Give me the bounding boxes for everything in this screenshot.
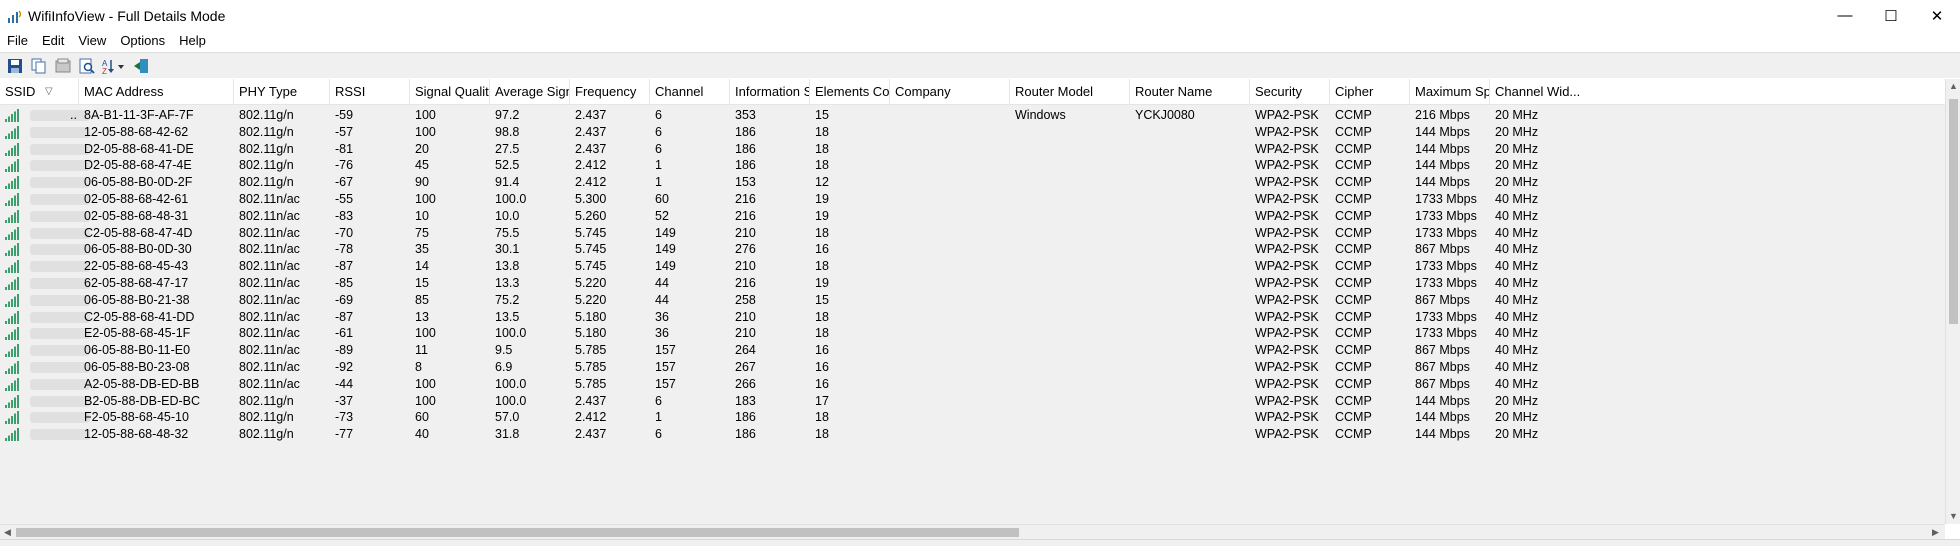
vertical-scrollbar[interactable]: ▲ ▼: [1945, 79, 1960, 524]
rssi-cell: -77: [335, 427, 354, 442]
column-ssid[interactable]: SSID ▽: [0, 79, 79, 105]
column-elements-count[interactable]: Elements Cou...: [810, 79, 890, 105]
average-signal-cell: 31.8: [495, 427, 520, 442]
horizontal-scrollbar[interactable]: ◀ ▶: [0, 524, 1945, 539]
column-company[interactable]: Company: [890, 79, 1010, 105]
signal-strength-icon: [5, 260, 19, 274]
column-signal-quality[interactable]: Signal Quality: [410, 79, 490, 105]
signal-strength-icon: [5, 142, 19, 156]
svg-text:Z: Z: [102, 67, 107, 74]
channel-cell: 6: [655, 427, 662, 442]
save-button[interactable]: [4, 55, 26, 77]
column-channel[interactable]: Channel: [650, 79, 730, 105]
elements-count-cell: 18: [815, 427, 829, 442]
signal-strength-icon: [5, 310, 19, 324]
signal-strength-icon: [5, 176, 19, 190]
column-security[interactable]: Security: [1250, 79, 1330, 105]
column-router-model[interactable]: Router Model: [1010, 79, 1130, 105]
table-row[interactable]: 12-05-88-68-48-32 802.11g/n -77 40 31.8 2.437…: [0, 424, 1945, 445]
close-button[interactable]: ✕: [1914, 0, 1960, 31]
minimize-button[interactable]: —: [1822, 0, 1868, 31]
signal-strength-icon: [5, 125, 19, 139]
signal-strength-icon: [5, 394, 19, 408]
column-average-signal[interactable]: Average Sign...: [490, 79, 570, 105]
sort-button[interactable]: AZ: [100, 55, 128, 77]
exit-icon: [134, 58, 148, 73]
window-title: WifiInfoView - Full Details Mode: [28, 8, 226, 24]
save-icon: [8, 58, 22, 73]
signal-strength-icon: [5, 109, 19, 122]
column-cipher[interactable]: Cipher: [1330, 79, 1410, 105]
maximize-icon: ☐: [1884, 7, 1898, 25]
scroll-left-icon[interactable]: ◀: [4, 527, 11, 538]
signal-strength-icon: [5, 277, 19, 290]
column-router-name[interactable]: Router Name: [1130, 79, 1250, 105]
signal-strength-icon: [5, 411, 19, 425]
column-mac-address[interactable]: MAC Address: [79, 79, 234, 105]
status-bar: [0, 539, 1960, 546]
properties-button[interactable]: [52, 55, 74, 77]
menu-bar: File Edit View Options Help: [0, 31, 1960, 51]
channel-width-cell: 20 MHz: [1495, 427, 1539, 442]
column-phy-type[interactable]: PHY Type: [234, 79, 330, 105]
menu-view[interactable]: View: [71, 31, 113, 51]
signal-strength-icon: [5, 293, 19, 307]
sort-indicator-icon: ▽: [45, 86, 53, 97]
menu-help[interactable]: Help: [172, 31, 213, 51]
mac-address-cell: 12-05-88-68-48-32: [84, 427, 189, 442]
frequency-cell: 2.437: [575, 427, 607, 442]
column-header: SSID ▽ MAC Address PHY Type RSSI Signal Q…: [0, 79, 1945, 105]
menu-edit[interactable]: Edit: [35, 31, 71, 51]
signal-strength-icon: [5, 243, 19, 257]
close-icon: ✕: [1930, 7, 1944, 25]
router-name-cell: [1130, 424, 1250, 445]
signal-strength-icon: [5, 377, 19, 391]
column-information-size[interactable]: Information S...: [730, 79, 810, 105]
copy-button[interactable]: [28, 55, 50, 77]
phy-type-cell: 802.11g/n: [239, 427, 294, 442]
horizontal-scroll-thumb[interactable]: [16, 528, 1019, 537]
security-cell: WPA2-PSK: [1255, 427, 1319, 442]
app-icon: [8, 10, 22, 23]
cipher-cell: CCMP: [1335, 427, 1372, 442]
toolbar: AZ: [0, 52, 1960, 78]
column-rssi[interactable]: RSSI: [330, 79, 410, 105]
minimize-icon: —: [1837, 7, 1853, 24]
column-maximum-speed[interactable]: Maximum Sp...: [1410, 79, 1490, 105]
signal-strength-icon: [5, 344, 19, 358]
vertical-scroll-thumb[interactable]: [1949, 99, 1958, 324]
information-size-cell: 186: [735, 427, 756, 442]
exit-button[interactable]: [130, 55, 152, 77]
scroll-up-icon[interactable]: ▲: [1949, 81, 1958, 91]
signal-strength-icon: [5, 226, 19, 240]
signal-strength-icon: [5, 193, 19, 206]
properties-icon: [55, 58, 71, 72]
find-button[interactable]: [76, 55, 98, 77]
column-frequency[interactable]: Frequency: [570, 79, 650, 105]
signal-strength-icon: [5, 209, 19, 223]
scroll-down-icon[interactable]: ▼: [1949, 511, 1958, 521]
maximum-speed-cell: 144 Mbps: [1415, 427, 1470, 442]
company-cell: [890, 424, 1010, 445]
find-icon: [79, 58, 95, 74]
signal-strength-icon: [5, 428, 19, 442]
signal-quality-cell: 40: [415, 427, 429, 442]
router-model-cell: [1010, 424, 1130, 445]
scroll-right-icon[interactable]: ▶: [1932, 527, 1939, 538]
menu-options[interactable]: Options: [113, 31, 172, 51]
column-channel-width[interactable]: Channel Wid...: [1490, 79, 1945, 105]
title-bar: WifiInfoView - Full Details Mode — ☐ ✕: [0, 0, 1960, 31]
sort-icon: AZ: [102, 59, 124, 74]
signal-strength-icon: [5, 327, 19, 341]
copy-icon: [31, 58, 46, 73]
menu-file[interactable]: File: [0, 31, 35, 51]
signal-strength-icon: [5, 159, 19, 173]
table-body: .. 8A-B1-11-3F-AF-7F 802.11g/n -59 100 97.2 2.…: [0, 105, 1945, 524]
network-list[interactable]: SSID ▽ MAC Address PHY Type RSSI Signal Q…: [0, 79, 1945, 524]
ssid-cell: [22, 424, 79, 445]
signal-strength-icon: [5, 361, 19, 374]
maximize-button[interactable]: ☐: [1868, 0, 1914, 31]
